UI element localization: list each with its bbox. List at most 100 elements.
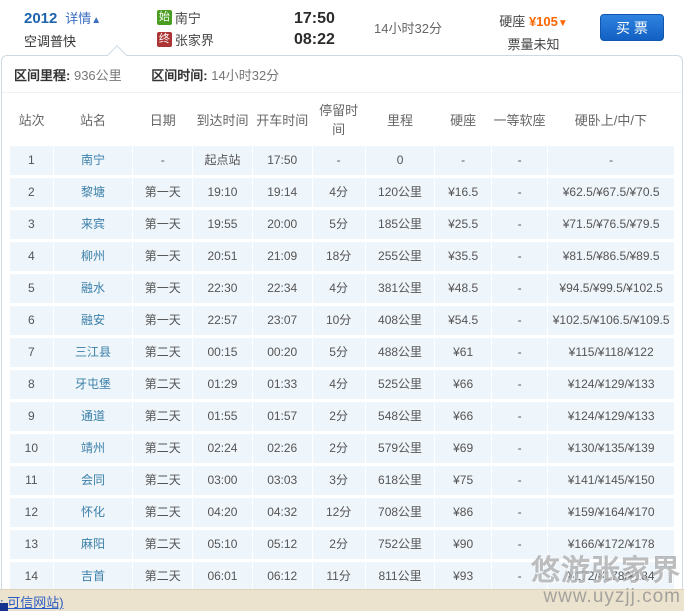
section-time-value: 14小时32分 bbox=[211, 68, 279, 83]
cell-arrive: 20:51 bbox=[193, 241, 253, 273]
cell-stop: 4分 bbox=[312, 369, 365, 401]
train-number: 2012 bbox=[24, 10, 57, 27]
cell-sleeper: ¥115/¥118/¥122 bbox=[548, 337, 674, 369]
cell-distance: 618公里 bbox=[365, 465, 435, 497]
cell-hard-seat: ¥54.5 bbox=[435, 305, 491, 337]
arrive-time: 08:22 bbox=[280, 29, 349, 50]
column-header-date: 日期 bbox=[133, 93, 193, 145]
cell-sleeper: ¥94.5/¥99.5/¥102.5 bbox=[548, 273, 674, 305]
table-row: 10靖州第二天02:2402:262分579公里¥69-¥130/¥135/¥1… bbox=[10, 433, 674, 465]
cell-depart: 23:07 bbox=[252, 305, 312, 337]
cell-sleeper: ¥159/¥164/¥170 bbox=[548, 497, 674, 529]
train-header: 2012 详情▲ 空调普快 始 南宁 终 张家界 17:50 08:22 14小… bbox=[0, 0, 684, 55]
trusted-site-link[interactable]: : 可信网站) bbox=[0, 592, 64, 611]
cell-depart: 06:12 bbox=[252, 561, 312, 593]
cell-name[interactable]: 通道 bbox=[53, 401, 133, 433]
footer-bar: : 可信网站) bbox=[0, 589, 684, 611]
cell-arrive: 22:30 bbox=[193, 273, 253, 305]
cell-no: 1 bbox=[10, 145, 53, 177]
cell-arrive: 起点站 bbox=[193, 145, 253, 177]
cell-stop: 3分 bbox=[312, 465, 365, 497]
trip-duration: 14小时32分 bbox=[349, 8, 467, 37]
cell-stop: 10分 bbox=[312, 305, 365, 337]
table-row: 13麻阳第二天05:1005:122分752公里¥90-¥166/¥172/¥1… bbox=[10, 529, 674, 561]
cell-date: 第一天 bbox=[133, 305, 193, 337]
detail-label: 详情 bbox=[65, 11, 91, 26]
cell-sleeper: ¥71.5/¥76.5/¥79.5 bbox=[548, 209, 674, 241]
cell-no: 6 bbox=[10, 305, 53, 337]
table-row: 5融水第一天22:3022:344分381公里¥48.5-¥94.5/¥99.5… bbox=[10, 273, 674, 305]
cell-date: 第二天 bbox=[133, 497, 193, 529]
cell-hard-seat: ¥35.5 bbox=[435, 241, 491, 273]
cell-name[interactable]: 靖州 bbox=[53, 433, 133, 465]
column-header-name: 站名 bbox=[53, 93, 133, 145]
cell-depart: 02:26 bbox=[252, 433, 312, 465]
cell-name[interactable]: 柳州 bbox=[53, 241, 133, 273]
table-row: 8牙屯堡第二天01:2901:334分525公里¥66-¥124/¥129/¥1… bbox=[10, 369, 674, 401]
cell-arrive: 02:24 bbox=[193, 433, 253, 465]
cell-soft-seat: - bbox=[491, 209, 547, 241]
cell-arrive: 01:29 bbox=[193, 369, 253, 401]
table-row: 12怀化第二天04:2004:3212分708公里¥86-¥159/¥164/¥… bbox=[10, 497, 674, 529]
cell-stop: 2分 bbox=[312, 433, 365, 465]
cell-name[interactable]: 怀化 bbox=[53, 497, 133, 529]
cell-depart: 00:20 bbox=[252, 337, 312, 369]
cell-distance: 811公里 bbox=[365, 561, 435, 593]
cell-soft-seat: - bbox=[491, 145, 547, 177]
section-distance-value: 936公里 bbox=[74, 68, 122, 83]
cell-soft-seat: - bbox=[491, 465, 547, 497]
cell-sleeper: ¥130/¥135/¥139 bbox=[548, 433, 674, 465]
table-row: 7三江县第二天00:1500:205分488公里¥61-¥115/¥118/¥1… bbox=[10, 337, 674, 369]
cell-arrive: 19:55 bbox=[193, 209, 253, 241]
cell-soft-seat: - bbox=[491, 497, 547, 529]
column-header-soft-seat: 一等软座 bbox=[491, 93, 547, 145]
corner-square-icon bbox=[0, 603, 8, 611]
cell-hard-seat: ¥69 bbox=[435, 433, 491, 465]
cell-soft-seat: - bbox=[491, 177, 547, 209]
cell-name[interactable]: 南宁 bbox=[53, 145, 133, 177]
buy-ticket-button[interactable]: 买 票 bbox=[600, 14, 664, 41]
cell-name[interactable]: 融安 bbox=[53, 305, 133, 337]
cell-name[interactable]: 麻阳 bbox=[53, 529, 133, 561]
endpoint-stations: 始 南宁 终 张家界 bbox=[157, 8, 280, 52]
cell-hard-seat: ¥86 bbox=[435, 497, 491, 529]
cell-name[interactable]: 会同 bbox=[53, 465, 133, 497]
detail-toggle-link[interactable]: 详情▲ bbox=[65, 11, 101, 26]
cell-no: 11 bbox=[10, 465, 53, 497]
cell-sleeper: ¥141/¥145/¥150 bbox=[548, 465, 674, 497]
cell-name[interactable]: 三江县 bbox=[53, 337, 133, 369]
cell-name[interactable]: 融水 bbox=[53, 273, 133, 305]
cell-depart: 20:00 bbox=[252, 209, 312, 241]
price-block: 硬座 ¥105▼ 票量未知 bbox=[467, 8, 600, 53]
cell-arrive: 06:01 bbox=[193, 561, 253, 593]
cell-name[interactable]: 吉首 bbox=[53, 561, 133, 593]
cell-hard-seat: ¥66 bbox=[435, 401, 491, 433]
table-row: 6融安第一天22:5723:0710分408公里¥54.5-¥102.5/¥10… bbox=[10, 305, 674, 337]
cell-stop: 12分 bbox=[312, 497, 365, 529]
cell-no: 12 bbox=[10, 497, 53, 529]
cell-soft-seat: - bbox=[491, 401, 547, 433]
cell-sleeper: ¥124/¥129/¥133 bbox=[548, 369, 674, 401]
cell-date: 第二天 bbox=[133, 369, 193, 401]
column-header-arrive: 到达时间 bbox=[193, 93, 253, 145]
cell-arrive: 04:20 bbox=[193, 497, 253, 529]
cell-name[interactable]: 来宾 bbox=[53, 209, 133, 241]
cell-date: 第二天 bbox=[133, 433, 193, 465]
cell-arrive: 03:00 bbox=[193, 465, 253, 497]
cell-hard-seat: ¥61 bbox=[435, 337, 491, 369]
cell-name[interactable]: 黎塘 bbox=[53, 177, 133, 209]
terminal-badge-icon: 终 bbox=[157, 32, 172, 47]
cell-arrive: 00:15 bbox=[193, 337, 253, 369]
cell-depart: 05:12 bbox=[252, 529, 312, 561]
cell-stop: 5分 bbox=[312, 337, 365, 369]
terminal-station: 张家界 bbox=[175, 30, 214, 49]
cell-date: 第一天 bbox=[133, 209, 193, 241]
cell-sleeper: ¥102.5/¥106.5/¥109.5 bbox=[548, 305, 674, 337]
cell-no: 3 bbox=[10, 209, 53, 241]
cell-date: 第二天 bbox=[133, 465, 193, 497]
ticket-status: 票量未知 bbox=[467, 34, 600, 53]
cell-soft-seat: - bbox=[491, 337, 547, 369]
cell-stop: 5分 bbox=[312, 209, 365, 241]
cell-no: 7 bbox=[10, 337, 53, 369]
cell-name[interactable]: 牙屯堡 bbox=[53, 369, 133, 401]
